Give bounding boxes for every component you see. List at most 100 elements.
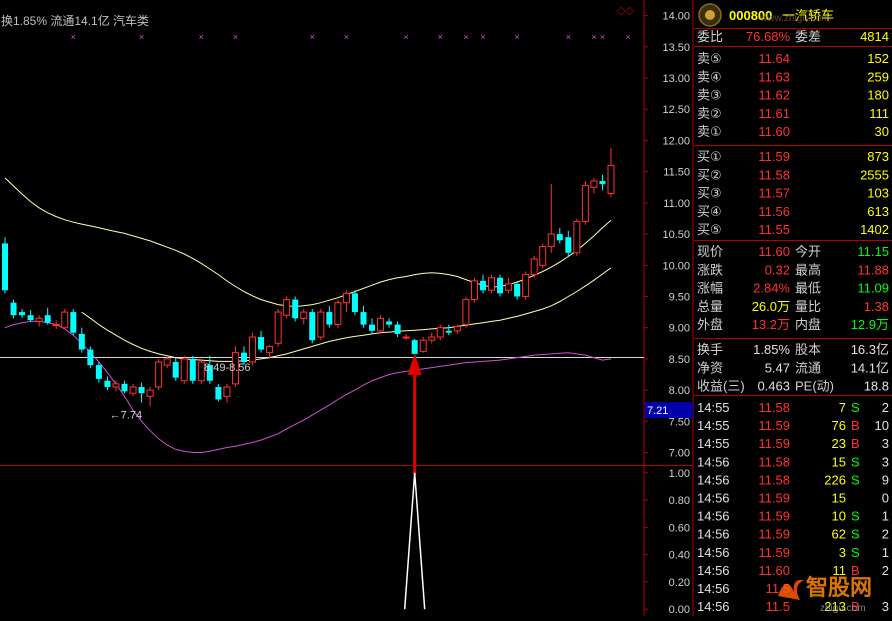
candle-body [112,383,120,388]
candle-body [369,324,376,331]
sub-tick-label: 0.60 [669,522,690,534]
candle-body [95,365,102,379]
tick-time: 14:56 [697,581,730,596]
bid-price: 11.57 [758,186,790,201]
candle-body [172,362,179,378]
candle-body [87,349,94,366]
price-tick-label: 10.50 [662,229,690,241]
candle-body [497,277,504,294]
candle [334,299,342,328]
price-tick-label: 8.00 [669,385,690,397]
tick-count: 3 [882,599,889,614]
sub-tick-label: 0.80 [669,495,690,507]
wei-bi-value: 76.68% [746,29,791,44]
tick-flag: S [851,527,860,542]
candle [155,358,163,391]
candle-body [292,299,299,319]
signal-x-mark: × [344,32,349,42]
tick-count: 2 [882,400,889,415]
candle-body [215,386,222,400]
tick-count: 10 [875,418,889,433]
candle-body [479,280,486,291]
stat-value: 1.85% [753,342,790,357]
price-range-label: 8.49-8.56 [204,362,250,374]
tick-time: 14:56 [697,563,730,578]
candle [488,274,496,294]
candle-body [240,352,247,363]
candle-body [360,312,367,325]
candle-body [129,386,137,394]
candle [249,332,257,366]
candle [539,243,547,269]
candle-body [436,327,444,338]
tick-count: 3 [882,454,889,469]
ask-volume: 111 [869,106,889,121]
tick-flag: B [851,418,860,433]
tick-volume: 3 [839,545,846,560]
candle-body [386,321,393,325]
candle-body [27,315,34,321]
candle-body [317,311,325,338]
candle-body [61,311,69,329]
bid-volume: 613 [867,204,889,219]
candle [573,218,581,256]
candle-body [522,274,530,297]
watermark-sub: zhigu.com [820,603,866,614]
candle [581,181,589,225]
bid-label: 买⑤ [697,222,722,237]
ask-label: 卖③ [697,88,722,103]
candle [317,308,325,341]
ask-volume: 259 [867,69,889,84]
candle-body [590,180,598,188]
tick-flag: S [851,454,860,469]
tick-time: 14:56 [697,472,730,487]
stat-value: 14.1亿 [851,360,889,375]
candle-body [35,317,43,322]
window-control-icon[interactable]: ◇◇ [617,5,634,17]
header-info-text: 换1.85% 流通14.1亿 汽车类 [1,13,149,28]
bid-label: 买④ [697,204,722,219]
tick-time: 14:56 [697,545,730,560]
stat-label: 收益(三) [697,379,745,394]
candle-body [351,293,358,313]
candle-body [377,317,385,332]
tick-volume: 23 [832,436,846,451]
price-tick-label: 9.00 [669,323,690,335]
signal-x-mark: × [600,32,605,42]
candle [2,237,8,294]
tick-flag: S [851,509,860,524]
candle [274,308,282,347]
tick-flag: S [851,472,860,487]
signal-x-mark: × [591,32,596,42]
ask-volume: 152 [867,51,889,66]
bid-price: 11.56 [758,204,790,219]
signal-x-mark: × [404,32,409,42]
candle-body [394,324,401,334]
candle-body [249,336,257,363]
bid-label: 买① [697,149,722,164]
ask-label: 卖① [697,124,722,139]
candle-body [411,340,418,354]
candle-body [10,302,17,316]
candle-body [565,237,572,253]
price-tick-label: 13.00 [662,73,690,85]
candle-body [402,336,410,339]
tick-volume: 15 [832,454,846,469]
stat-value: 11.09 [857,281,889,296]
stat-label: 最高 [795,262,821,277]
price-tick-label: 7.50 [669,416,690,428]
stat-label: PE(动) [795,379,834,394]
candle-body [453,325,461,332]
candle-body [2,243,8,291]
price-tick-label: 10.00 [662,260,690,272]
tick-time: 14:55 [697,400,730,415]
stat-value: 11.15 [857,244,889,259]
stat-value: 5.47 [765,360,790,375]
stat-label: 外盘 [697,317,723,332]
tick-price: 11.59 [758,418,790,433]
price-tick-label: 13.50 [662,42,690,54]
watermark-main: 智股网 [806,575,872,600]
bid-price: 11.59 [758,149,790,164]
logo-icon-core [705,10,715,20]
sub-tick-label: 1.00 [669,468,690,480]
